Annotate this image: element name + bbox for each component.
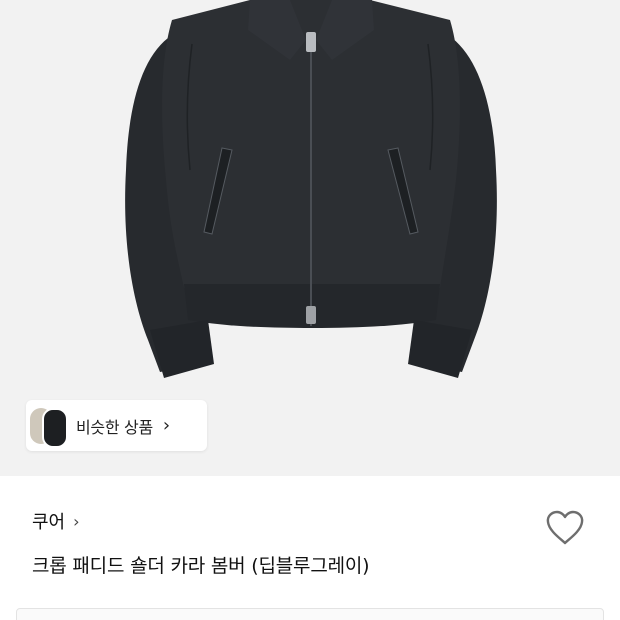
product-title: 크롭 패디드 숄더 카라 봄버 (딥블루그레이) xyxy=(32,555,370,577)
similar-thumbnails xyxy=(26,400,68,451)
brand-name: 쿠어 xyxy=(32,512,66,533)
product-image[interactable]: 비슷한 상품 › xyxy=(0,0,620,476)
brand-link[interactable]: 쿠어 › xyxy=(32,508,80,534)
similar-products-button[interactable]: 비슷한 상품 › xyxy=(26,400,207,451)
black-garment-thumbnail-icon xyxy=(42,408,68,448)
wishlist-button[interactable] xyxy=(544,508,586,548)
heart-outline-icon xyxy=(546,510,584,545)
similar-products-label: 비슷한 상품 xyxy=(76,417,153,437)
chevron-right-icon: › xyxy=(73,511,80,531)
option-box[interactable] xyxy=(16,608,604,620)
chevron-right-icon: › xyxy=(162,415,171,436)
product-detail-page: 비슷한 상품 › 쿠어 › 크롭 패디드 숄더 카라 봄버 (딥블루그레이) xyxy=(0,0,620,620)
